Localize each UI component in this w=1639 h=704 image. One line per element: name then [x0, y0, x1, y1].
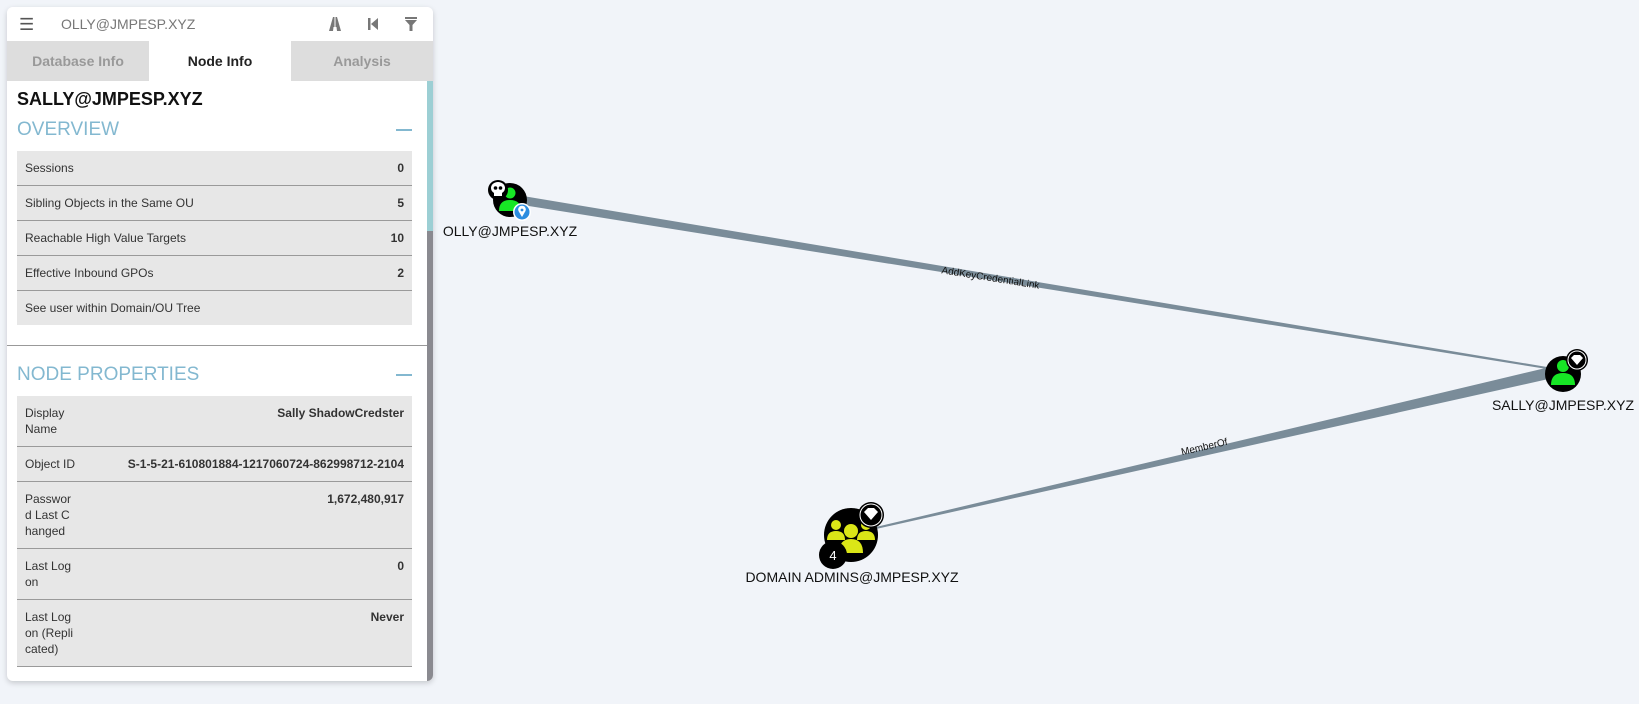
overview-title: OVERVIEW [17, 119, 120, 140]
node-properties-header[interactable]: NODE PROPERTIES [17, 360, 417, 390]
back-icon[interactable] [363, 14, 383, 34]
gem-icon [858, 502, 884, 528]
row-label: Effective Inbound GPOs [25, 266, 154, 280]
tab-node-info[interactable]: Node Info [149, 41, 291, 81]
svg-text:4: 4 [829, 548, 836, 563]
node-label-sally: SALLY@JMPESP.XYZ [1492, 397, 1635, 413]
row-value: 5 [397, 196, 404, 210]
node-sally[interactable] [1545, 349, 1588, 392]
row-value: 0 [397, 559, 404, 573]
property-row-display-name: Display Name Sally ShadowCredster [17, 396, 412, 447]
row-label: Last Logon [25, 559, 72, 589]
edge-label-addkeycredentiallink: AddKeyCredentialLink [941, 265, 1041, 292]
row-label: Last Logon (Replicated) [25, 610, 74, 656]
scrollbar[interactable] [427, 81, 433, 681]
row-label: Reachable High Value Targets [25, 231, 186, 245]
start-node-marker-icon [513, 203, 531, 221]
tab-database-info[interactable]: Database Info [7, 41, 149, 81]
node-olly[interactable] [488, 180, 531, 221]
collapse-icon[interactable] [396, 374, 412, 376]
row-label: Object ID [25, 457, 76, 471]
property-row-object-id: Object ID S-1-5-21-610801884-1217060724-… [17, 447, 412, 482]
skull-icon [488, 180, 508, 200]
row-value: 2 [397, 266, 404, 280]
overview-row-reachable-hvt[interactable]: Reachable High Value Targets 10 [17, 221, 412, 256]
node-properties-table: Display Name Sally ShadowCredster Object… [17, 396, 412, 667]
row-value: 1,672,480,917 [327, 492, 404, 506]
tab-bar: Database Info Node Info Analysis [7, 41, 433, 81]
hamburger-menu-icon[interactable]: ☰ [19, 16, 39, 33]
node-properties-title: NODE PROPERTIES [17, 364, 200, 385]
search-input[interactable]: OLLY@JMPESP.XYZ [61, 16, 325, 32]
row-label: Sibling Objects in the Same OU [25, 196, 194, 210]
node-title: SALLY@JMPESP.XYZ [17, 89, 203, 109]
overview-row-sibling-objects[interactable]: Sibling Objects in the Same OU 5 [17, 186, 412, 221]
overview-row-sessions[interactable]: Sessions 0 [17, 151, 412, 186]
member-count-badge: 4 [819, 541, 847, 569]
row-value: 0 [397, 161, 404, 175]
property-row-last-logon: Last Logon 0 [17, 549, 412, 600]
tab-analysis[interactable]: Analysis [291, 41, 433, 81]
overview-row-inbound-gpos[interactable]: Effective Inbound GPOs 2 [17, 256, 412, 291]
overview-row-ou-tree[interactable]: See user within Domain/OU Tree [17, 291, 412, 325]
row-value: S-1-5-21-610801884-1217060724-862998712-… [127, 457, 404, 471]
row-value: 10 [390, 231, 404, 245]
scrollbar-thumb[interactable] [427, 81, 433, 231]
side-panel: ☰ OLLY@JMPESP.XYZ Database Info Node Inf… [7, 7, 433, 681]
overview-table: Sessions 0 Sibling Objects in the Same O… [17, 151, 412, 325]
filter-icon[interactable] [401, 14, 421, 34]
node-label-domain-admins: DOMAIN ADMINS@JMPESP.XYZ [745, 569, 959, 585]
row-label: Display Name [25, 406, 65, 436]
node-info-content: SALLY@JMPESP.XYZ OVERVIEW Sessions 0 Sib… [7, 81, 427, 681]
property-row-last-logon-replicated: Last Logon (Replicated) Never [17, 600, 412, 667]
property-row-password-last-changed: Password Last Changed 1,672,480,917 [17, 482, 412, 549]
collapse-icon[interactable] [396, 129, 412, 131]
pathfinding-icon[interactable] [325, 14, 345, 34]
row-label: Password Last Changed [25, 492, 72, 538]
node-domain-admins[interactable]: 4 [819, 502, 884, 569]
section-divider [7, 345, 427, 346]
search-bar: ☰ OLLY@JMPESP.XYZ [7, 7, 433, 41]
row-value: Sally ShadowCredster [277, 406, 404, 420]
row-value: Never [370, 610, 404, 624]
gem-icon [1566, 349, 1588, 371]
row-label: See user within Domain/OU Tree [25, 301, 201, 315]
row-label: Sessions [25, 161, 74, 175]
overview-header[interactable]: OVERVIEW [17, 115, 417, 145]
node-label-olly: OLLY@JMPESP.XYZ [443, 223, 578, 239]
